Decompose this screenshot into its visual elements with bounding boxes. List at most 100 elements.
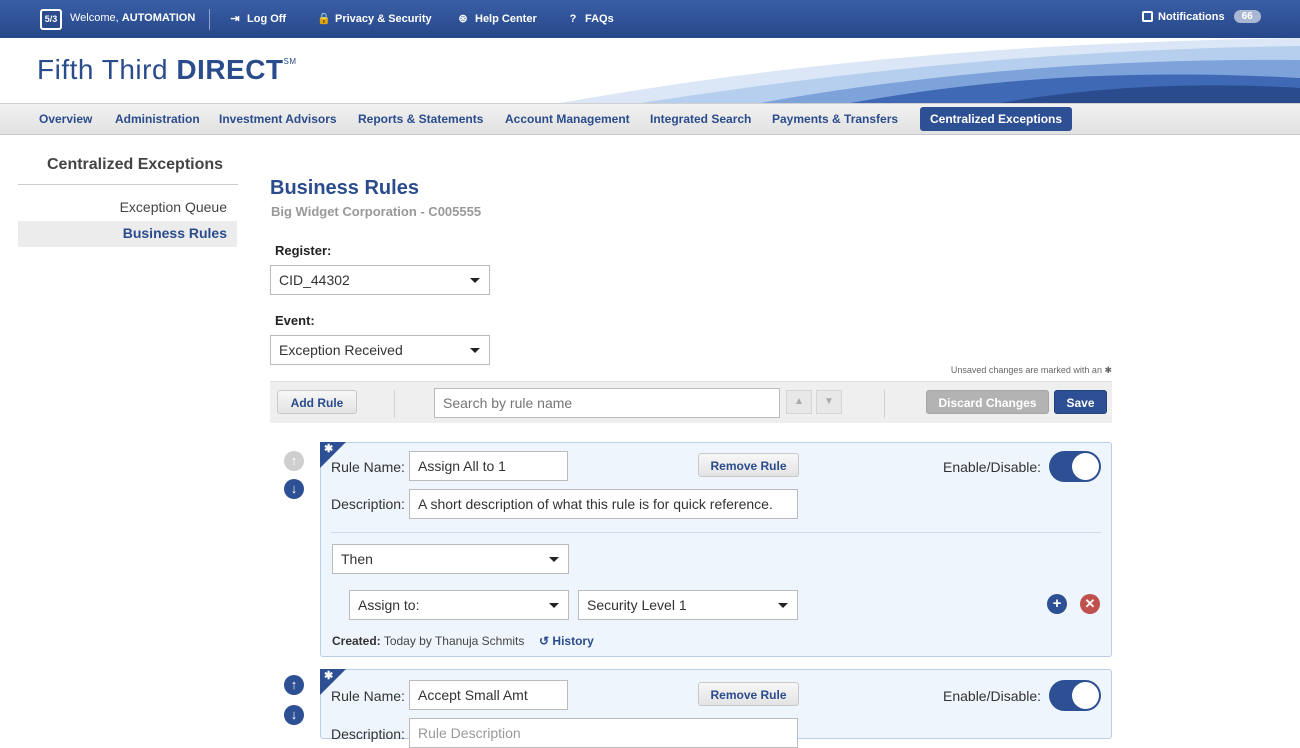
chevron-up-icon: ▲ [794,396,804,407]
sidebar-title: Centralized Exceptions [47,156,224,173]
nav-overview[interactable]: Overview [39,112,92,126]
privacy-security-link[interactable]: 🔒 Privacy & Security [317,13,432,25]
rule-card: ✱ Rule Name: Assign All to 1 Remove Rule… [320,442,1112,657]
remove-action-button[interactable]: ✕ [1080,594,1100,614]
toolbar-divider [394,390,395,418]
page-title: Business Rules [270,177,419,199]
enable-disable-label: Enable/Disable: [943,459,1042,475]
nav-centralized-exceptions[interactable]: Centralized Exceptions [920,107,1073,131]
fifth-third-logo-icon: 5/3 [40,9,62,30]
move-rule-down-button[interactable]: ↓ [284,479,304,499]
add-action-button[interactable]: + [1047,594,1067,614]
rules-toolbar: Add Rule ▲ ▼ Discard Changes Save [270,381,1112,423]
chevron-down-icon [549,557,559,562]
event-value: Exception Received [279,342,403,358]
chevron-down-icon [549,603,559,608]
enable-disable-label: Enable/Disable: [943,688,1042,704]
remove-rule-button[interactable]: Remove Rule [698,682,799,706]
log-off-label: Log Off [247,13,287,25]
description-label: Description: [331,726,405,742]
log-off-link[interactable]: ⇥ Log Off [229,13,286,25]
question-icon: ? [569,13,577,25]
description-label: Description: [331,496,405,512]
enable-toggle[interactable] [1049,451,1101,482]
search-next-button[interactable]: ▼ [816,390,842,414]
nav-payments-transfers[interactable]: Payments & Transfers [772,112,898,126]
discard-changes-button[interactable]: Discard Changes [926,390,1049,414]
chevron-down-icon: ▼ [824,396,834,407]
created-label: Created: [332,634,381,648]
then-value: Then [341,551,373,567]
nav-administration[interactable]: Administration [115,112,200,126]
plus-icon: + [1052,595,1062,612]
add-rule-button[interactable]: Add Rule [277,390,357,414]
then-select[interactable]: Then [332,544,569,574]
event-select[interactable]: Exception Received [270,335,490,365]
search-rule-input[interactable] [434,388,780,418]
sidebar-item-business-rules[interactable]: Business Rules [123,225,227,241]
created-value: Today by Thanuja Schmits [383,634,525,648]
log-off-icon: ⇥ [230,13,240,25]
chevron-down-icon [778,603,788,608]
company-subtitle: Big Widget Corporation - C005555 [271,204,482,219]
register-label: Register: [275,243,332,258]
help-center-link[interactable]: ⊛ Help Center [457,13,537,25]
unsaved-note: Unsaved changes are marked with an ✱ [950,365,1112,375]
sidebar-item-exception-queue[interactable]: Exception Queue [120,199,227,215]
close-icon: ✕ [1084,596,1096,611]
arrow-up-icon: ↑ [290,677,298,692]
privacy-label: Privacy & Security [335,13,432,25]
rule-name-label: Rule Name: [331,688,405,704]
card-divider [331,532,1101,533]
target-select[interactable]: Security Level 1 [578,590,798,620]
arrow-up-icon: ↑ [290,453,298,468]
move-rule-down-button[interactable]: ↓ [284,705,304,725]
chevron-down-icon [470,348,480,353]
rule-name-label: Rule Name: [331,459,405,475]
lock-icon: 🔒 [317,13,331,25]
brand-logo[interactable]: Fifth Third DIRECTSM [37,54,297,86]
created-info: Created: Today by Thanuja Schmits [332,634,524,648]
history-icon: ↺ [539,634,550,648]
action-select[interactable]: Assign to: [349,590,569,620]
chevron-down-icon [470,278,480,283]
asterisk-icon: ✱ [324,443,334,455]
rule-name-input[interactable]: Assign All to 1 [409,451,568,481]
rule-name-input[interactable]: Accept Small Amt [409,680,568,710]
nav-reports-statements[interactable]: Reports & Statements [358,112,483,126]
nav-investment-advisors[interactable]: Investment Advisors [219,112,337,126]
welcome-text: Welcome, AUTOMATION [70,12,196,24]
toggle-knob [1072,453,1099,480]
notifications-label: Notifications [1158,10,1225,23]
top-bar: 5/3 Welcome, AUTOMATION ⇥ Log Off 🔒 Priv… [0,0,1300,38]
enable-toggle[interactable] [1049,680,1101,711]
register-select[interactable]: CID_44302 [270,265,490,295]
event-label: Event: [275,313,315,328]
help-label: Help Center [475,13,537,25]
arrow-down-icon: ↓ [290,481,298,496]
target-value: Security Level 1 [587,597,687,613]
faqs-link[interactable]: ? FAQs [567,13,614,25]
nav-integrated-search[interactable]: Integrated Search [650,112,751,126]
notification-count-badge: 66 [1233,10,1261,23]
asterisk-icon: ✱ [324,670,334,682]
rule-card: ✱ Rule Name: Accept Small Amt Remove Rul… [320,669,1112,748]
header-banner: Fifth Third DIRECTSM [0,38,1300,103]
main-nav: Overview Administration Investment Advis… [0,103,1300,135]
sidebar-divider [18,184,238,185]
toggle-knob [1072,682,1099,709]
faqs-label: FAQs [585,13,614,25]
history-link[interactable]: ↺ History [539,634,594,648]
description-input[interactable]: A short description of what this rule is… [409,489,798,519]
remove-rule-button[interactable]: Remove Rule [698,453,799,477]
nav-account-management[interactable]: Account Management [505,112,630,126]
save-button[interactable]: Save [1054,390,1107,414]
move-rule-up-button[interactable]: ↑ [284,675,304,695]
move-rule-up-button[interactable]: ↑ [284,451,304,471]
search-prev-button[interactable]: ▲ [786,390,812,414]
notifications-button[interactable]: Notifications 66 [1142,10,1261,23]
inbox-icon [1142,11,1153,22]
toolbar-divider [884,390,885,418]
history-label: History [552,634,594,648]
description-input[interactable]: Rule Description [409,718,798,748]
